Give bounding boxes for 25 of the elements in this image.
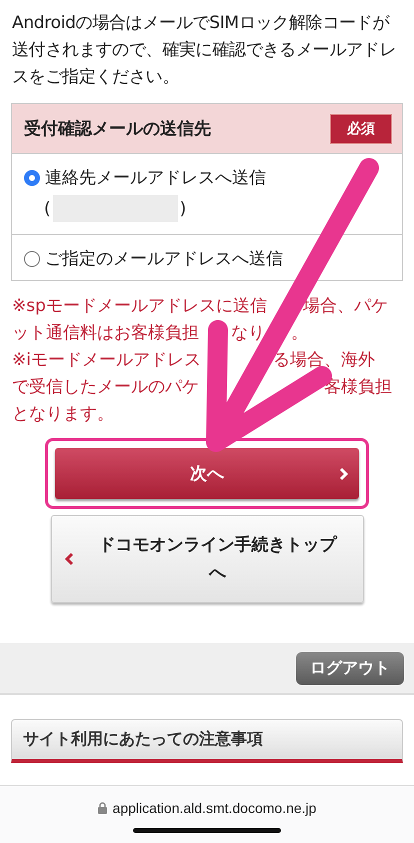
warning-note: で受信したメールのパケ [12,376,199,399]
url-text: application.ald.smt.docomo.ne.jp [112,800,316,816]
chevron-right-icon [339,466,349,480]
back-button[interactable]: ドコモオンライン手続きトップへ [51,515,364,603]
warning-note: ※iモードメールアドレス [12,349,201,372]
chevron-left-icon [64,552,74,566]
required-badge: 必須 [330,114,392,144]
notice-link[interactable]: サイト利用にあたっての注意事項 [11,719,403,763]
warning-note: となります。 [12,403,114,426]
intro-text: Androidの場合はメールでSIMロック解除コードが送付されますので、確実に確認できるメールアドレスをご指定ください。 [12,12,398,89]
next-button[interactable]: 次へ [55,448,359,499]
warning-note: 。 [291,322,308,345]
option-label[interactable]: 連絡先メールアドレスへ送信 [45,166,266,189]
form-title: 受付確認メールの送信先 [24,118,211,140]
warning-note: る場合、海外 [272,349,375,372]
warning-note: なり [231,322,265,345]
paren-text: ) [180,198,186,218]
warning-note: ※spモードメールアドレスに送信 [12,295,267,318]
paren-text: ( [44,198,51,218]
lock-icon [98,802,107,814]
logout-button[interactable]: ログアウト [296,652,404,684]
radio-button[interactable] [24,170,40,186]
warning-note: ット通信料はお客様負担 [12,322,199,345]
option-label[interactable]: ご指定のメールアドレスへ送信 [45,247,283,270]
radio-button[interactable] [24,250,40,266]
